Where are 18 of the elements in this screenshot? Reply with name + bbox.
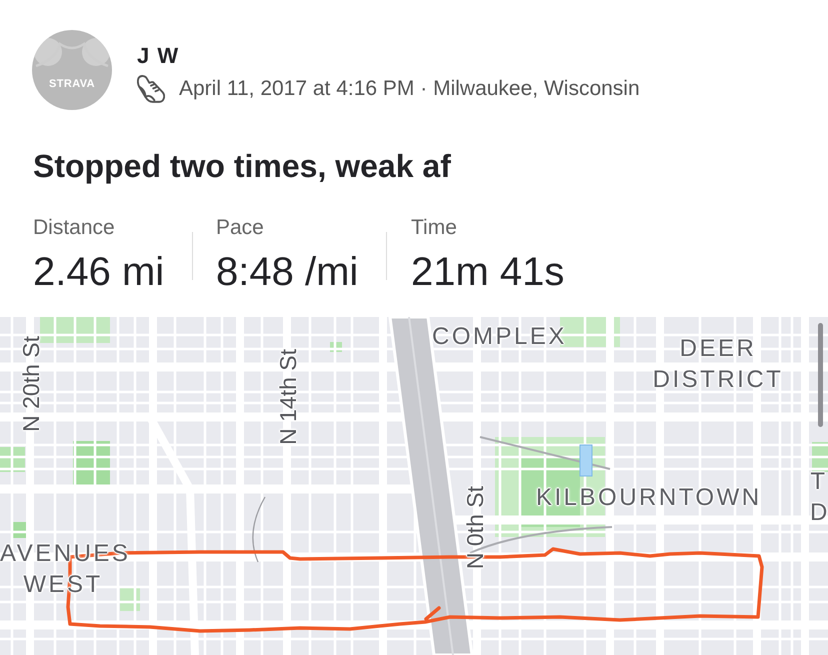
street-label: N 14th St (276, 349, 300, 445)
place-label: COMPLEX (432, 322, 567, 352)
avatar-logo-text: STRAVA (49, 78, 95, 90)
shoe-icon (137, 75, 165, 103)
stat-label: Pace (216, 217, 264, 239)
activity-meta: April 11, 2017 at 4:16 PM · Milwaukee, Wisconsin (179, 77, 640, 101)
stat-value: 2.46 mi (33, 252, 164, 292)
place-label: T D (810, 467, 828, 528)
stat-value: 8:48 /mi (216, 252, 358, 292)
activity-title: Stopped two times, weak af (32, 149, 451, 183)
street-label: N 20th St (19, 336, 43, 432)
stat-label: Distance (33, 217, 115, 239)
place-label: KILBOURNTOWN (536, 483, 762, 513)
stat-label: Time (411, 217, 457, 239)
stat-value: 21m 41s (411, 252, 564, 292)
athlete-name: J W (137, 44, 180, 68)
street-label: N 0th St (463, 486, 487, 570)
place-label: DEER DISTRICT (652, 334, 784, 395)
